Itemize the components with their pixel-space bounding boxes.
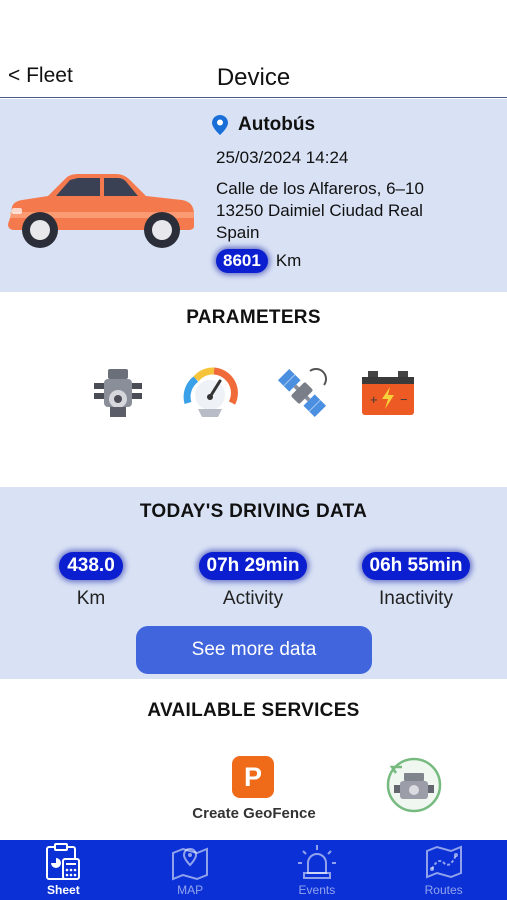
device-address: Calle de los Alfareros, 6–10 13250 Daimi… (216, 178, 424, 244)
create-geofence-label[interactable]: Create GeoFence (186, 805, 322, 822)
driving-data-title: TODAY'S DRIVING DATA (139, 501, 368, 522)
available-services-title: AVAILABLE SERVICES (147, 700, 360, 721)
tab-events[interactable]: Events (254, 840, 381, 900)
tab-routes[interactable]: Routes (380, 840, 507, 900)
svg-text:+: + (370, 392, 378, 407)
odometer-value: 8601 (216, 249, 268, 273)
svg-text:−: − (400, 392, 408, 407)
stat-inactivity-value: 06h 55min (361, 552, 471, 580)
bottom-tab-bar: Sheet MAP Events Routes (0, 840, 507, 900)
sheet-icon (46, 843, 81, 880)
tab-sheet[interactable]: Sheet (0, 840, 127, 900)
satellite-icon[interactable] (274, 365, 330, 421)
tab-routes-label: Routes (424, 883, 463, 897)
parameters-title: PARAMETERS (186, 307, 321, 328)
odometer-unit: Km (275, 251, 302, 270)
stat-km-value: 438.0 (59, 552, 123, 580)
siren-icon (297, 845, 336, 879)
stat-activity-value: 07h 29min (198, 552, 308, 580)
engine-icon[interactable] (90, 365, 146, 421)
tab-map-label: MAP (177, 883, 204, 897)
page-title: Device (216, 64, 291, 91)
tab-events-label: Events (298, 883, 336, 897)
engine-reset-icon[interactable] (386, 757, 442, 813)
device-name-row: Autobús (212, 114, 315, 136)
see-more-data-button[interactable]: See more data (136, 626, 372, 674)
odometer: 8601 Km (216, 249, 301, 273)
speedometer-icon[interactable] (182, 365, 238, 421)
tab-sheet-label: Sheet (47, 883, 80, 897)
battery-icon[interactable]: + − (360, 365, 416, 421)
map-icon (172, 847, 209, 881)
stat-activity: 07h 29min Activity (184, 552, 322, 610)
stat-inactivity: 06h 55min Inactivity (346, 552, 486, 610)
stat-km-label: Km (76, 588, 106, 609)
stat-km: 438.0 Km (50, 552, 132, 610)
tab-map[interactable]: MAP (127, 840, 254, 900)
address-line-1: Calle de los Alfareros, 6–10 (216, 179, 424, 198)
device-name: Autobús (238, 114, 316, 135)
address-line-2: 13250 Daimiel Ciudad Real (216, 201, 423, 220)
location-pin-icon (212, 115, 228, 135)
routes-icon (425, 845, 462, 879)
geofence-icon[interactable]: P (232, 756, 274, 798)
address-line-3: Spain (216, 223, 260, 242)
nav-header: < Fleet Device (0, 0, 507, 98)
last-update-datetime: 25/03/2024 14:24 (216, 148, 349, 167)
stat-inactivity-label: Inactivity (379, 588, 453, 609)
car-icon (8, 174, 194, 248)
stat-activity-label: Activity (222, 588, 284, 609)
